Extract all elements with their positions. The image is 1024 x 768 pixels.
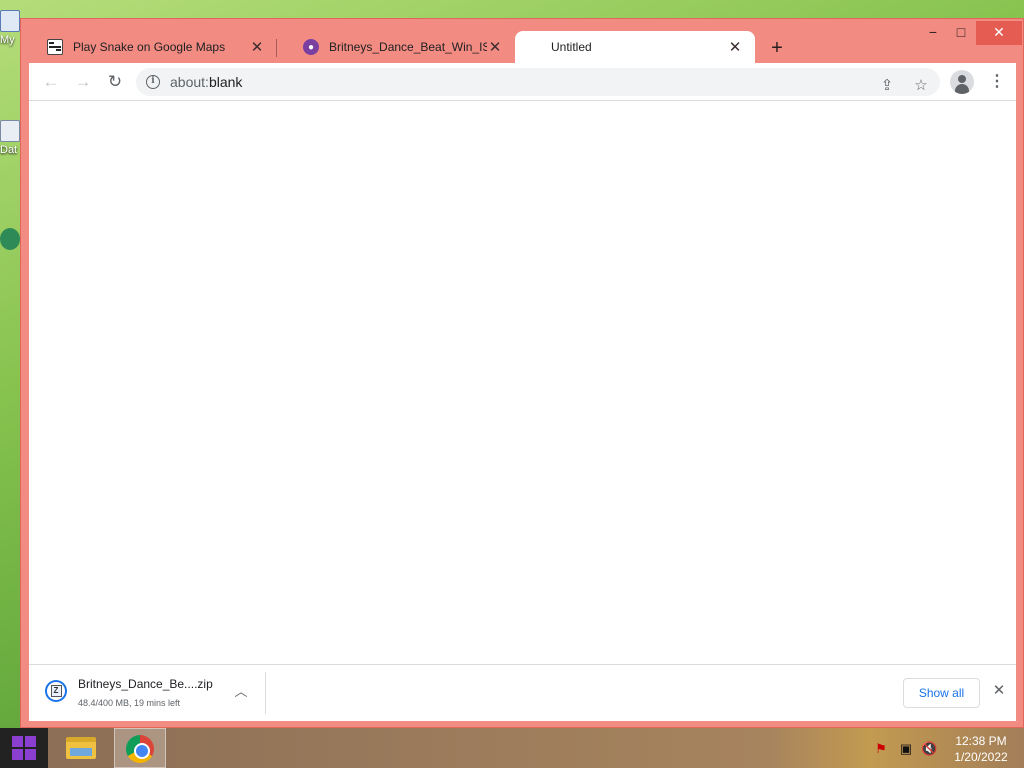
back-arrow-icon[interactable]: ← — [37, 68, 65, 96]
clock-time: 12:38 PM — [955, 734, 1007, 748]
folder-icon — [66, 737, 96, 759]
zip-glyph: Z — [50, 685, 62, 697]
desktop-icon-my-computer[interactable]: My — [0, 10, 22, 46]
network-icon[interactable]: ▣ — [898, 741, 914, 757]
address-bar-url[interactable]: about:blank — [170, 74, 242, 90]
action-center-flag-icon[interactable]: ⚑ — [873, 741, 889, 757]
desktop-icon-label: My — [0, 34, 15, 46]
zip-file-icon: Z — [45, 680, 67, 702]
share-icon[interactable]: ⇪ — [876, 75, 898, 97]
tab-untitled[interactable]: Untitled ✕ — [515, 31, 755, 63]
iso-site-favicon: ● — [303, 39, 319, 55]
my-computer-icon — [0, 10, 20, 32]
windows-logo-pane — [12, 749, 23, 760]
browser-toolbar: ← → ↻ i about:blank ⇪ ☆ ⋮ — [29, 63, 1016, 101]
database-icon — [0, 120, 20, 142]
taskbar: ⚑ ▣ 🔇 12:38 PM 1/20/2022 — [0, 728, 1024, 768]
avatar-head — [958, 75, 966, 83]
close-icon[interactable]: ✕ — [727, 38, 743, 56]
download-item[interactable]: Z Britneys_Dance_Be....zip 48.4/400 MB, … — [29, 665, 265, 721]
windows-logo-pane — [12, 736, 23, 747]
chevron-up-icon[interactable]: ︿ — [232, 681, 250, 699]
browser-window: Play Snake on Google Maps ✕ ● Britneys_D… — [20, 18, 1024, 728]
tab-title: Britneys_Dance_Beat_Win_ISO_E — [329, 40, 487, 54]
url-scheme: about: — [170, 74, 209, 90]
bookmark-star-icon[interactable]: ☆ — [910, 75, 932, 97]
reload-icon[interactable]: ↻ — [101, 68, 129, 96]
close-icon[interactable]: ✕ — [249, 38, 265, 56]
desktop-icon-label: Dat — [0, 144, 18, 156]
maps-snake-favicon — [47, 39, 63, 55]
menu-dots-icon[interactable]: ⋮ — [984, 68, 1010, 96]
volume-muted-icon[interactable]: 🔇 — [921, 741, 937, 757]
close-icon[interactable]: ✕ — [990, 681, 1008, 703]
page-content[interactable] — [29, 101, 1016, 664]
desktop-icon-app[interactable] — [0, 228, 22, 250]
app-icon — [0, 228, 20, 250]
download-file-name: Britneys_Dance_Be....zip — [78, 677, 213, 691]
taskbar-chrome[interactable] — [114, 728, 166, 768]
new-tab-button[interactable]: + — [763, 35, 791, 63]
maximize-button[interactable]: □ — [946, 21, 976, 45]
chrome-icon — [126, 735, 154, 763]
download-shelf: Z Britneys_Dance_Be....zip 48.4/400 MB, … — [29, 664, 1016, 721]
start-button[interactable] — [0, 728, 48, 768]
minimize-button[interactable]: − — [918, 21, 948, 45]
tab-title: Untitled — [551, 40, 592, 54]
windows-logo-pane — [25, 749, 36, 760]
zip-file-icon-inner: Z — [47, 682, 65, 700]
profile-avatar-icon[interactable] — [950, 70, 974, 94]
system-clock[interactable]: 12:38 PM 1/20/2022 — [945, 733, 1017, 765]
divider — [265, 672, 266, 714]
address-bar[interactable]: i about:blank ⇪ ☆ — [136, 68, 940, 96]
windows-logo-pane — [25, 736, 36, 747]
taskbar-file-explorer[interactable] — [56, 728, 108, 768]
tab-title: Play Snake on Google Maps — [73, 40, 226, 54]
close-window-button[interactable]: ✕ — [976, 21, 1022, 45]
desktop-icon-database[interactable]: Dat — [0, 120, 22, 156]
tab-strip: Play Snake on Google Maps ✕ ● Britneys_D… — [21, 19, 1023, 63]
tab-play-snake[interactable]: Play Snake on Google Maps ✕ — [21, 31, 277, 63]
download-status: 48.4/400 MB, 19 mins left — [78, 698, 181, 708]
avatar-body — [955, 84, 969, 94]
url-host: blank — [208, 74, 243, 90]
forward-arrow-icon[interactable]: → — [69, 68, 97, 96]
info-icon[interactable]: i — [146, 75, 160, 89]
clock-date: 1/20/2022 — [954, 750, 1008, 764]
close-icon[interactable]: ✕ — [487, 38, 503, 56]
show-all-button[interactable]: Show all — [903, 678, 980, 708]
tab-britneys-iso[interactable]: ● Britneys_Dance_Beat_Win_ISO_E ✕ — [277, 31, 515, 63]
